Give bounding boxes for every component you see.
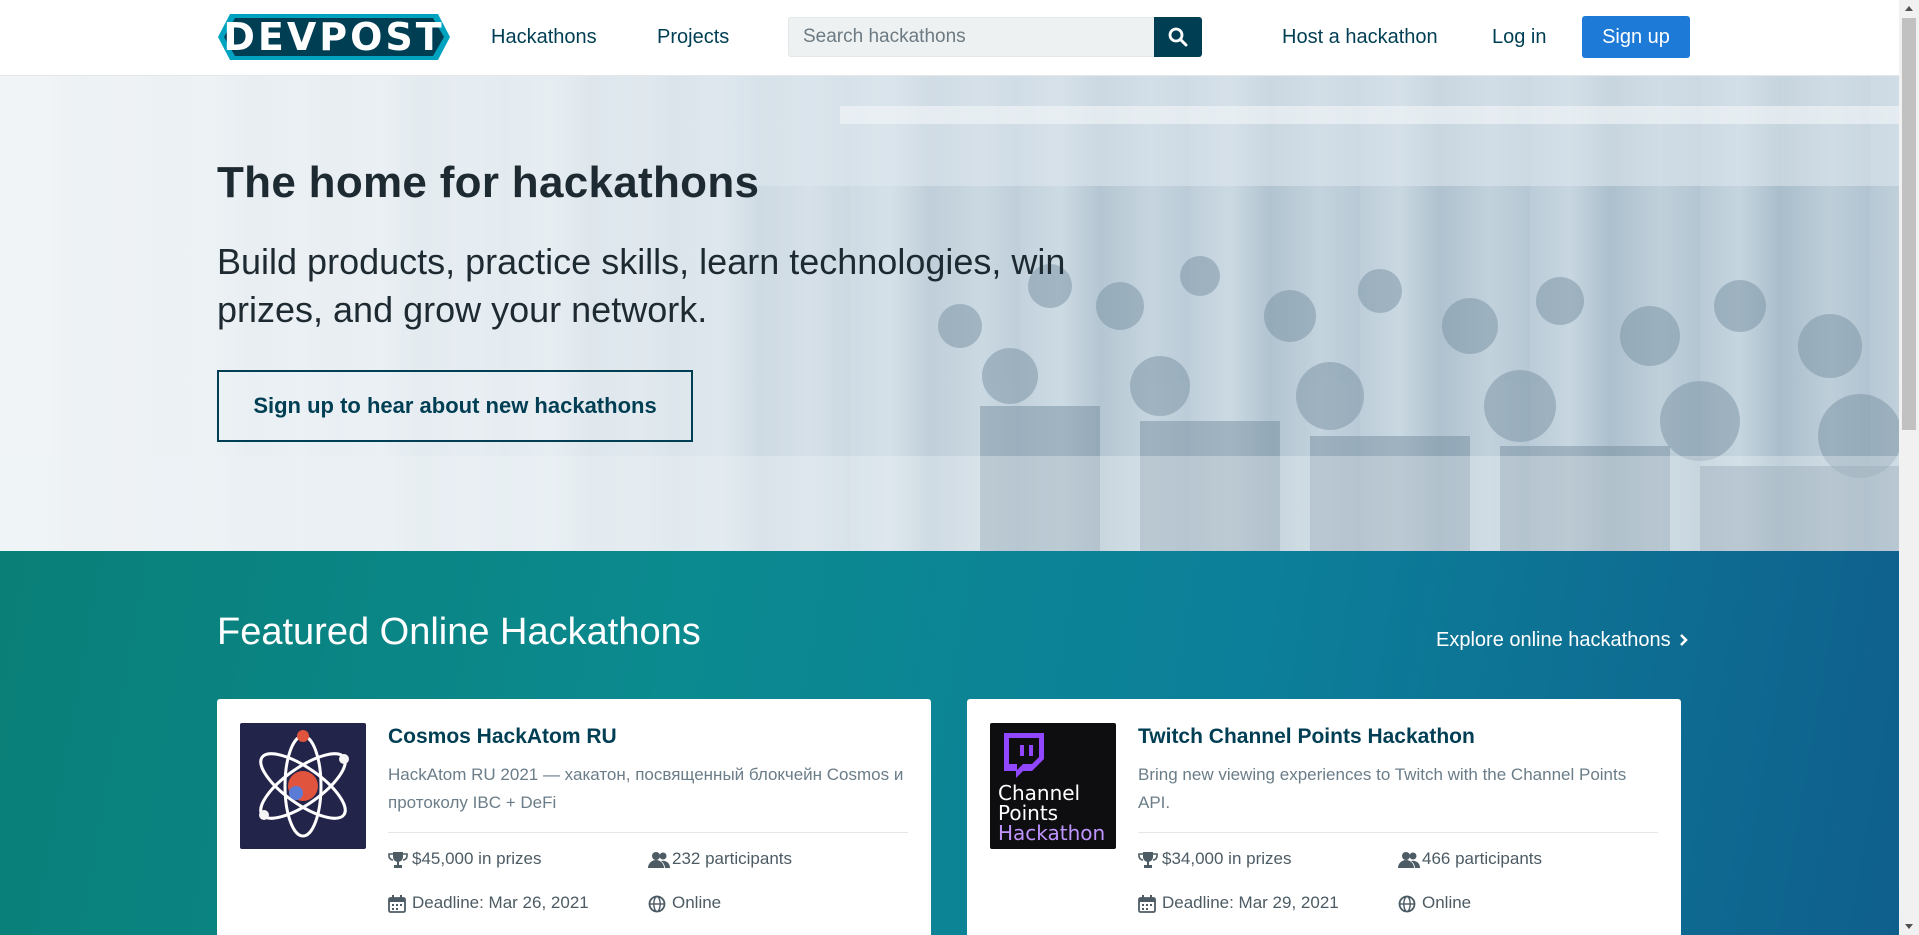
location: Online [1398,893,1471,913]
card-divider [1138,832,1658,833]
explore-link-label: Explore online hackathons [1436,629,1671,651]
featured-section-title: Featured Online Hackathons [217,611,701,653]
prize-amount: $34,000 in prizes [1138,849,1291,869]
search-button[interactable] [1154,17,1202,57]
hero-subtitle: Build products, practice skills, learn t… [217,241,1066,330]
thumb-line-points: Points [998,801,1059,825]
hero-title: The home for hackathons [217,158,760,207]
page-scrollbar[interactable] [1899,0,1919,935]
login-link[interactable]: Log in [1492,0,1547,74]
prize-text: $34,000 in prizes [1162,849,1292,868]
users-icon [1398,852,1420,868]
scroll-up-arrow[interactable] [1899,0,1919,18]
deadline-text: Deadline: Mar 29, 2021 [1162,893,1339,912]
hackathon-thumbnail[interactable]: Channel Points Hackathon [990,723,1116,849]
users-icon [648,852,670,868]
deadline-text: Deadline: Mar 26, 2021 [412,893,589,912]
hero-section: The home for hackathons Build products, … [0,76,1899,551]
thumb-line-hackathon: Hackathon [998,821,1106,845]
nav-projects-link[interactable]: Projects [657,0,729,74]
twitch-logo-icon [1004,733,1044,778]
logo-text: DEVPOST [223,15,445,59]
participant-count: 232 participants [648,849,792,869]
hackathon-card[interactable]: Channel Points Hackathon Twitch Channel … [967,699,1681,935]
scroll-down-arrow[interactable] [1899,917,1919,935]
signup-button[interactable]: Sign up [1582,16,1690,58]
hackathon-thumbnail[interactable] [240,723,366,849]
calendar-icon [388,895,406,913]
explore-online-hackathons-link[interactable]: Explore online hackathons [1436,629,1689,652]
hackathon-title-link[interactable]: Cosmos HackAtom RU [388,725,617,749]
prize-amount: $45,000 in prizes [388,849,541,869]
hackathon-description: Bring new viewing experiences to Twitch … [1138,765,1627,812]
devpost-logo[interactable]: DEVPOST [218,14,450,60]
card-divider [388,832,908,833]
hero-signup-cta-button[interactable]: Sign up to hear about new hackathons [217,370,693,442]
hackathon-description: HackAtom RU 2021 — хакатон, посвященный … [388,765,904,812]
trophy-icon [388,852,408,868]
top-navbar: DEVPOST Hackathons Projects Search hacka… [0,0,1899,76]
hackathon-title-link[interactable]: Twitch Channel Points Hackathon [1138,725,1475,749]
calendar-icon [1138,895,1156,913]
featured-hackathons-section: Featured Online Hackathons Explore onlin… [0,551,1899,935]
search-icon [1168,27,1188,47]
host-hackathon-link[interactable]: Host a hackathon [1282,0,1438,74]
deadline: Deadline: Mar 26, 2021 [388,893,589,913]
globe-icon [1398,895,1416,913]
scrollbar-thumb[interactable] [1902,18,1916,430]
search-input[interactable]: Search hackathons [788,17,1154,57]
deadline: Deadline: Mar 29, 2021 [1138,893,1339,913]
hackathon-card[interactable]: Cosmos HackAtom RU HackAtom RU 2021 — ха… [217,699,931,935]
participant-count: 466 participants [1398,849,1542,869]
prize-text: $45,000 in prizes [412,849,542,868]
atom-icon [259,730,349,838]
location: Online [648,893,721,913]
nav-hackathons-link[interactable]: Hackathons [491,0,597,74]
chevron-right-icon [1680,634,1689,646]
globe-icon [648,895,666,913]
trophy-icon [1138,852,1158,868]
thumb-line-channel: Channel [998,781,1081,805]
